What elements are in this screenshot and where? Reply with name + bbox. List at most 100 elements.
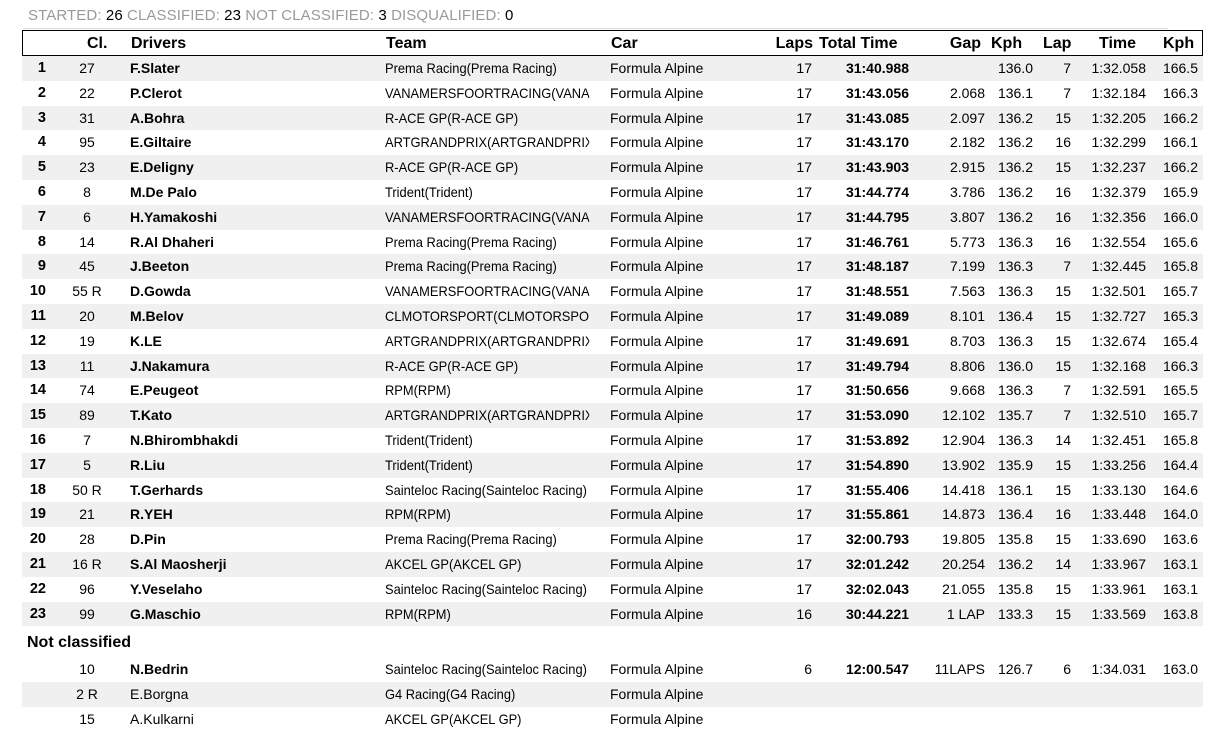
car-number-cell: 28 [79, 531, 95, 548]
car-number-cell: 19 [79, 332, 95, 349]
driver-cell: Y.Veselaho [130, 580, 203, 597]
car-cell: Formula Alpine [610, 407, 704, 424]
kph-cell: 135.8 [997, 531, 1033, 548]
table-row: 11 20 M.Belov CLMOTORSPORT(CLMOTORSPORT) For… [22, 303, 1203, 329]
driver-cell: G.Maschio [130, 605, 201, 622]
best-kph-cell: 166.1 [1162, 134, 1198, 151]
laps-cell: 17 [796, 431, 812, 448]
gap-cell: 12.102 [942, 407, 985, 424]
driver-cell: N.Bhirombhakdi [130, 431, 239, 448]
pos-cell: 15 [29, 407, 46, 424]
best-kph-cell: 164.0 [1162, 506, 1198, 523]
not-classified-count: 3 [378, 7, 387, 24]
best-time-cell: 1:32.184 [1091, 84, 1147, 101]
best-lap-cell: 15 [1055, 481, 1071, 498]
car-cell: Formula Alpine [610, 481, 704, 498]
best-lap-cell: 7 [1063, 60, 1071, 76]
kph-cell: 136.2 [997, 208, 1033, 225]
driver-cell: E.Peugeot [130, 382, 199, 399]
car-number-cell: 16 R [72, 555, 102, 572]
team-cell: Trident(Trident) [385, 431, 473, 448]
best-time-cell: 1:32.451 [1091, 431, 1147, 448]
team-cell: ARTGRANDPRIX(ARTGRANDPRIX) [385, 332, 590, 349]
gap-cell: 2.097 [949, 109, 985, 126]
team-cell: Sainteloc Racing(Sainteloc Racing) [385, 481, 587, 498]
started-label: STARTED: [28, 7, 102, 24]
table-row: 10 N.Bedrin Sainteloc Racing(Sainteloc Rac… [22, 657, 1203, 682]
header-drivers: Drivers [131, 35, 187, 52]
best-kph-cell: 163.8 [1162, 605, 1198, 622]
driver-cell: R.Al Dhaheri [130, 233, 215, 250]
car-number-cell: 50 R [72, 481, 102, 498]
car-cell: Formula Alpine [610, 357, 704, 374]
best-time-cell: 1:34.031 [1091, 661, 1147, 678]
team-cell: ARTGRANDPRIX(ARTGRANDPRIX) [385, 407, 590, 424]
team-cell: Sainteloc Racing(Sainteloc Racing) [385, 661, 587, 678]
driver-cell: T.Gerhards [130, 481, 204, 498]
not-classified-heading: Not classified [22, 626, 1203, 657]
pos-cell: 5 [37, 159, 46, 176]
car-cell: Formula Alpine [610, 159, 704, 176]
kph-cell: 136.3 [997, 382, 1033, 399]
best-lap-cell: 16 [1055, 506, 1071, 523]
team-cell: CLMOTORSPORT(CLMOTORSPORT) [385, 307, 590, 324]
kph-cell: 136.2 [997, 159, 1033, 176]
disqualified-label: DISQUALIFIED: [391, 7, 501, 24]
best-kph-cell: 165.3 [1162, 307, 1198, 324]
total-time-cell: 12:00.547 [845, 661, 909, 678]
car-number-cell: 89 [79, 407, 95, 424]
car-number-cell: 23 [79, 159, 95, 176]
table-row: 21 16 R S.Al Maosherji AKCEL GP(AKCEL GP) Fo… [22, 551, 1203, 577]
best-time-cell: 1:32.501 [1091, 283, 1147, 300]
driver-cell: E.Giltaire [130, 134, 192, 151]
pos-cell: 20 [29, 531, 46, 548]
laps-cell: 17 [796, 109, 812, 126]
team-cell: R-ACE GP(R-ACE GP) [385, 357, 519, 374]
laps-cell: 17 [796, 506, 812, 523]
laps-cell: 17 [796, 456, 812, 473]
classified-label: CLASSIFIED: [127, 7, 220, 24]
team-cell: VANAMERSFOORTRACING(VANAME [385, 283, 590, 300]
car-cell: Formula Alpine [610, 661, 704, 678]
table-row: 23 99 G.Maschio RPM(RPM) Formula Alpine 16 30:… [22, 601, 1203, 627]
car-number-cell: 6 [83, 208, 91, 225]
car-number-cell: 5 [83, 456, 91, 473]
laps-cell: 17 [796, 258, 812, 275]
pos-cell: 11 [30, 307, 46, 324]
car-number-cell: 27 [79, 60, 95, 76]
kph-cell: 136.2 [997, 109, 1033, 126]
car-number-cell: 10 [79, 661, 95, 678]
gap-cell: 5.773 [949, 233, 985, 250]
pos-cell: 12 [29, 332, 46, 349]
driver-cell: A.Bohra [130, 109, 185, 126]
table-row: 12 19 K.LE ARTGRANDPRIX(ARTGRANDPRIX) Formul… [22, 329, 1203, 354]
pos-cell: 14 [29, 382, 46, 399]
best-time-cell: 1:32.379 [1091, 183, 1147, 200]
header-best-kph: Kph [1163, 35, 1195, 52]
kph-cell: 136.4 [997, 307, 1033, 324]
best-lap-cell: 14 [1055, 555, 1071, 572]
kph-cell: 136.2 [997, 183, 1033, 200]
best-lap-cell: 15 [1055, 605, 1071, 622]
laps-cell: 17 [796, 382, 812, 399]
team-cell: RPM(RPM) [385, 382, 451, 399]
car-cell: Formula Alpine [610, 109, 704, 126]
gap-cell: 14.873 [942, 506, 985, 523]
laps-cell: 17 [796, 60, 812, 76]
driver-cell: E.Borgna [130, 686, 189, 703]
best-lap-cell: 7 [1063, 84, 1071, 101]
pos-cell: 10 [29, 283, 46, 300]
table-row: 5 23 E.Deligny R-ACE GP(R-ACE GP) Formula Al… [22, 155, 1203, 180]
team-cell: Trident(Trident) [385, 456, 473, 473]
gap-cell: 7.199 [949, 258, 985, 275]
gap-cell: 7.563 [949, 283, 985, 300]
total-time-cell: 31:49.691 [845, 332, 909, 349]
car-number-cell: 55 R [72, 283, 102, 300]
car-cell: Formula Alpine [610, 332, 704, 349]
header-gap: Gap [949, 35, 981, 52]
best-lap-cell: 15 [1055, 283, 1071, 300]
car-cell: Formula Alpine [610, 431, 704, 448]
driver-cell: F.Slater [130, 60, 180, 76]
car-cell: Formula Alpine [610, 258, 704, 275]
table-row: 17 5 R.Liu Trident(Trident) Formula Alpine 17… [22, 452, 1203, 478]
